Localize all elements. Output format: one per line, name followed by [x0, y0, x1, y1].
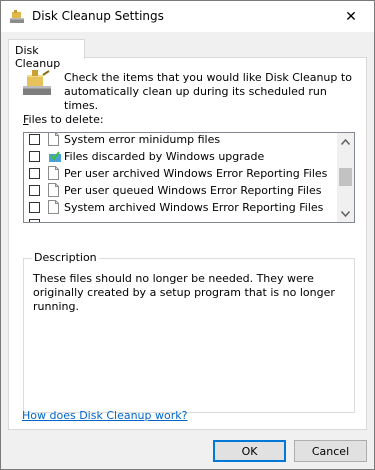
document-icon [48, 166, 59, 180]
list-item[interactable]: Files discarded by Windows upgrade [24, 149, 339, 166]
list-item[interactable]: Per user archived Windows Error Reportin… [24, 166, 339, 183]
scroll-down-button[interactable] [337, 205, 354, 222]
list-item-label: System archived Windows Error Reporting … [64, 201, 324, 214]
ok-button[interactable]: OK [213, 440, 286, 462]
list-item[interactable]: System archived Windows Error Reporting … [24, 200, 339, 217]
tab-panel: Check the items that you would like Disk… [8, 57, 367, 430]
list-item-partial[interactable] [24, 217, 339, 222]
checkbox[interactable] [29, 185, 40, 196]
window-title: Disk Cleanup Settings [32, 9, 164, 23]
checkbox[interactable] [29, 134, 40, 145]
checkbox[interactable] [29, 151, 40, 162]
close-button[interactable]: ✕ [328, 1, 374, 32]
help-link[interactable]: How does Disk Cleanup work? [22, 409, 187, 422]
checkbox[interactable] [29, 168, 40, 179]
list-item-label: System error minidump files [64, 133, 221, 146]
close-icon: ✕ [345, 8, 357, 25]
description-group: Description These files should no longer… [23, 251, 355, 413]
document-icon [48, 183, 59, 197]
cancel-button[interactable]: Cancel [294, 440, 367, 462]
recycle-icon [48, 149, 61, 163]
files-label-rest: iles to delete: [28, 113, 104, 126]
files-to-delete-label: Files to delete: [23, 113, 104, 126]
intro-text: Check the items that you would like Disk… [64, 71, 352, 112]
list-item-label: Files discarded by Windows upgrade [64, 150, 265, 163]
title-bar: Disk Cleanup Settings ✕ [1, 1, 374, 32]
chevron-up-icon [341, 138, 350, 145]
tab-disk-cleanup[interactable]: Disk Cleanup [8, 39, 85, 70]
document-icon [48, 133, 59, 146]
scroll-thumb[interactable] [339, 168, 352, 186]
list-item[interactable]: Per user queued Windows Error Reporting … [24, 183, 339, 200]
dialog-window: Disk Cleanup Settings ✕ Disk Cleanup Che… [0, 0, 375, 470]
chevron-down-icon [341, 210, 350, 217]
description-legend: Description [32, 251, 99, 264]
scroll-up-button[interactable] [337, 133, 354, 150]
list-item-label: Per user queued Windows Error Reporting … [64, 184, 322, 197]
checkbox[interactable] [29, 202, 40, 213]
list-item-label: Per user archived Windows Error Reportin… [64, 167, 328, 180]
disk-cleanup-icon [9, 9, 25, 25]
checkbox[interactable] [29, 219, 40, 222]
document-icon [48, 200, 59, 214]
tab-strip: Disk Cleanup [1, 32, 374, 70]
list-scrollbar[interactable] [337, 133, 354, 222]
disk-cleanup-large-icon [22, 69, 52, 97]
description-text: These files should no longer be needed. … [33, 272, 335, 313]
files-list[interactable]: System error minidump files Files discar… [23, 132, 355, 223]
list-item[interactable]: System error minidump files [24, 133, 339, 149]
tab-label: Disk Cleanup [15, 44, 61, 70]
